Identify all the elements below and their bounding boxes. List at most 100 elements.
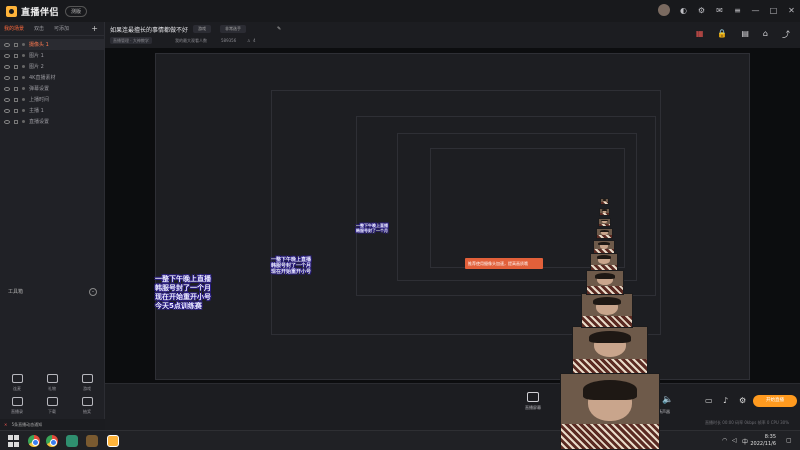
tab-double-click[interactable]: 双击	[34, 25, 44, 32]
link-icon	[11, 374, 23, 383]
room-title[interactable]: 如果连最擅长的事情都做不好	[110, 25, 188, 34]
camera-feed-nested	[586, 270, 624, 295]
app-icon[interactable]	[66, 435, 78, 447]
likes-icon: ♙	[247, 38, 251, 43]
add-scene-button[interactable]: +	[91, 24, 98, 33]
close-icon[interactable]: ✕	[787, 6, 796, 15]
mic-icon[interactable]: ♪	[723, 396, 728, 405]
scene-item[interactable]: 图片 2	[0, 61, 104, 72]
speaker-icon[interactable]: 🔈	[662, 395, 673, 405]
eye-icon[interactable]	[4, 86, 10, 91]
start-live-button[interactable]: 开始直播	[753, 395, 797, 407]
camera-feed-nested	[572, 326, 648, 376]
layout-icon[interactable]: ▦	[696, 29, 704, 40]
headset-icon[interactable]: ◐	[679, 6, 688, 15]
chrome-icon[interactable]	[28, 435, 40, 447]
eye-icon[interactable]	[4, 64, 10, 69]
windows-start-icon[interactable]	[8, 435, 20, 447]
eye-icon[interactable]	[4, 119, 10, 124]
lock-icon[interactable]	[14, 108, 18, 113]
camera-feed-nested	[593, 240, 615, 254]
lock-icon[interactable]	[14, 119, 18, 124]
tool-game[interactable]: 游戏	[72, 374, 102, 392]
volume-icon[interactable]: ◁	[732, 437, 737, 444]
sweater-pattern	[600, 212, 609, 215]
notification-icon[interactable]: ▢	[786, 437, 792, 444]
lock-icon[interactable]	[14, 97, 18, 102]
scene-item[interactable]: 图片 1	[0, 50, 104, 61]
lock-icon[interactable]	[14, 86, 18, 91]
tool-label: 直播录	[11, 409, 23, 414]
scene-item[interactable]: 上播时间	[0, 94, 104, 105]
toolbox-collapse-button[interactable]: –	[89, 288, 97, 296]
scene-item[interactable]: 4K直播素材	[0, 72, 104, 83]
room-tag-category[interactable]: 游戏	[193, 25, 211, 33]
tab-addable[interactable]: 可添加	[54, 25, 69, 32]
eye-icon[interactable]	[4, 108, 10, 113]
version-badge[interactable]: 测版	[65, 5, 88, 17]
scene-item[interactable]: 弹幕设置	[0, 83, 104, 94]
camera-feed-nested	[599, 208, 610, 216]
tool-gift[interactable]: 礼物	[37, 374, 67, 392]
room-info-bar: 如果连最擅长的事情都做不好 游戏 非常选手 ✎ 直播管理 · 大神教学 我的最大…	[105, 22, 800, 48]
app-name: 直播伴侣	[21, 7, 60, 18]
record-icon[interactable]: ▭	[705, 396, 713, 405]
settings-icon[interactable]: ⚙	[697, 6, 706, 15]
maximize-icon[interactable]: □	[769, 6, 778, 15]
share-icon[interactable]: ⤴	[782, 29, 790, 40]
home-icon[interactable]: ⌂	[763, 29, 768, 40]
mail-icon[interactable]: ✉	[715, 6, 724, 15]
tool-link[interactable]: 连麦	[2, 374, 32, 392]
tool-label: 游戏	[83, 386, 91, 391]
scene-item[interactable]: 直播设置	[0, 116, 104, 127]
menu-icon[interactable]: ≡	[733, 6, 742, 15]
status-text: 5条直播动态通知	[11, 422, 43, 427]
lock-icon[interactable]	[14, 42, 18, 47]
scene-item[interactable]: 摄像头 1	[0, 39, 104, 50]
sweater-pattern	[599, 223, 610, 226]
network-icon[interactable]: ◠	[722, 437, 727, 444]
tab-my-scenes[interactable]: 我的场景	[4, 25, 24, 32]
minimize-icon[interactable]: —	[751, 6, 760, 15]
scene-label: 图片 2	[29, 64, 44, 70]
edit-icon[interactable]: ✎	[277, 26, 281, 32]
tool-download[interactable]: 下载	[37, 397, 67, 415]
lock-icon[interactable]	[14, 53, 18, 58]
chrome-icon[interactable]	[46, 435, 58, 447]
room-tag-role[interactable]: 非常选手	[220, 25, 246, 33]
app-icon[interactable]	[86, 435, 98, 447]
screen-icon	[527, 392, 539, 402]
caption-line-3-nested-2: 现在开始重开小号	[271, 269, 312, 275]
lock-icon[interactable]	[14, 75, 18, 80]
document-icon[interactable]: ▤	[741, 29, 749, 40]
eye-icon[interactable]	[4, 75, 10, 80]
window-tools: ◐ ⚙ ✉ ≡ — □ ✕	[658, 4, 796, 16]
settings-icon[interactable]: ⚙	[739, 396, 746, 405]
clock[interactable]: 8:35 2022/11/6	[750, 434, 776, 448]
input-method-icon[interactable]: 中	[742, 437, 748, 446]
scene-dot-icon	[22, 43, 25, 46]
lock-icon[interactable]	[14, 64, 18, 69]
scene-item[interactable]: 主播 1	[0, 105, 104, 116]
tool-record[interactable]: 直播录	[2, 397, 32, 415]
live-companion-taskbar-icon[interactable]	[107, 435, 119, 447]
sweater-pattern	[601, 202, 608, 204]
eye-icon[interactable]	[4, 42, 10, 47]
hint-toast[interactable]: 推荐使用摄像头加速，提高画质哦	[465, 258, 543, 269]
scene-tabs: 我的场景 双击 可添加 +	[0, 22, 104, 36]
sweater-pattern	[561, 423, 659, 449]
eye-icon[interactable]	[4, 53, 10, 58]
screen-share-button[interactable]: 直播屏幕	[515, 392, 551, 411]
scene-label: 图片 1	[29, 53, 44, 59]
control-bar: 直播屏幕 摄像头 🔈 扬声器 ▭ ♪ ⚙ 开始直播 直播时长 00:00 码率 …	[105, 383, 800, 430]
tool-lottery[interactable]: 抽奖	[72, 397, 102, 415]
room-sub-tag[interactable]: 直播管理 · 大神教学	[110, 37, 152, 44]
close-icon[interactable]: ✕	[4, 422, 7, 427]
user-avatar[interactable]	[658, 4, 670, 16]
tool-label: 抽奖	[83, 409, 91, 414]
lock-icon[interactable]: 🔒	[717, 29, 727, 40]
live-preview[interactable]: 一整下午晚上直播 韩服号封了一个月 现在开始重开小号 今天5点训练赛 一整下午晚…	[105, 48, 800, 383]
sweater-pattern	[597, 234, 612, 238]
eye-icon[interactable]	[4, 97, 10, 102]
sweater-pattern	[594, 248, 614, 253]
